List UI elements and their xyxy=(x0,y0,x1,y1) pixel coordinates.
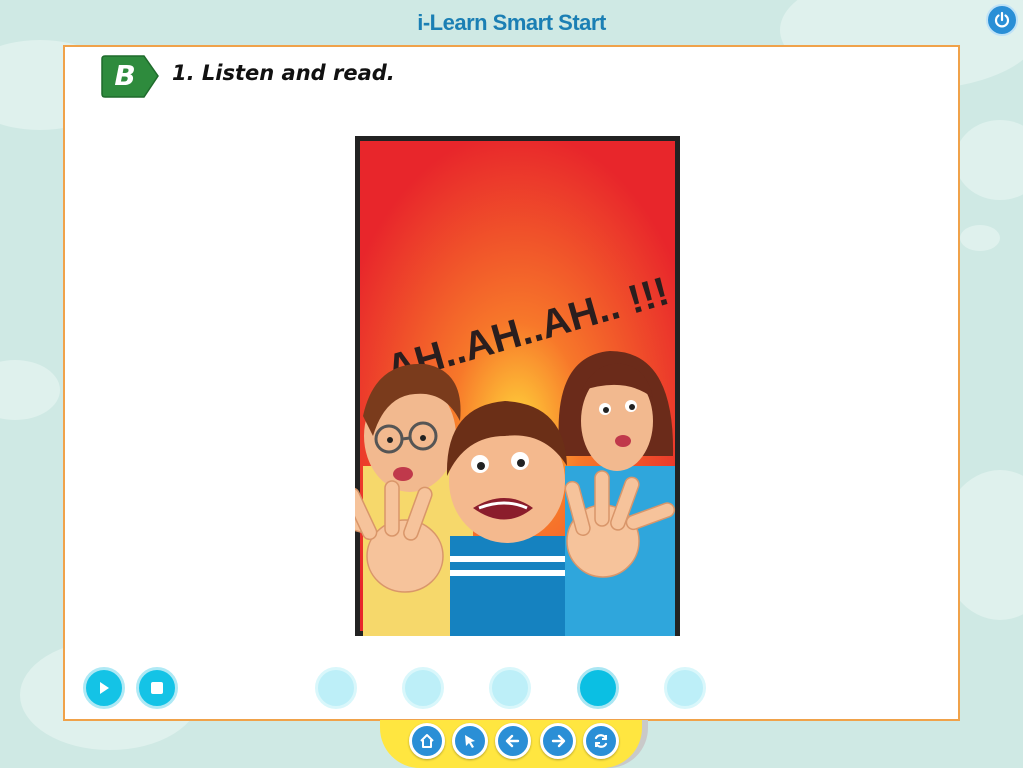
section-badge: B xyxy=(100,55,160,99)
stop-icon xyxy=(151,682,163,694)
page-dot[interactable] xyxy=(402,667,444,709)
arrow-left-icon xyxy=(505,734,520,748)
page-dot[interactable] xyxy=(664,667,706,709)
background-cloud xyxy=(0,360,60,420)
power-button[interactable] xyxy=(986,4,1018,36)
play-icon xyxy=(100,682,109,694)
home-icon xyxy=(420,734,434,748)
forward-button[interactable] xyxy=(540,723,576,759)
stop-button[interactable] xyxy=(136,667,178,709)
refresh-button[interactable] xyxy=(583,723,619,759)
cursor-button[interactable] xyxy=(452,723,488,759)
page-dot[interactable] xyxy=(489,667,531,709)
refresh-icon xyxy=(594,734,608,748)
background-cloud xyxy=(955,120,1023,200)
arrow-right-icon xyxy=(551,734,566,748)
app-title: i-Learn Smart Start xyxy=(417,10,606,35)
back-button[interactable] xyxy=(495,723,531,759)
page-dot[interactable] xyxy=(315,667,357,709)
character-middle xyxy=(446,401,567,636)
play-button[interactable] xyxy=(83,667,125,709)
comic-illustration: AH..AH..AH.. !!! xyxy=(355,136,680,636)
cursor-icon xyxy=(465,735,475,748)
home-button[interactable] xyxy=(409,723,445,759)
section-letter: B xyxy=(114,59,136,92)
lesson-panel: B 1. Listen and read. AH..AH..AH.. !!! xyxy=(63,45,960,721)
instruction-text: 1. Listen and read. xyxy=(172,61,395,85)
page-dot-active[interactable] xyxy=(577,667,619,709)
power-icon xyxy=(994,11,1010,28)
background-cloud xyxy=(960,225,1000,251)
